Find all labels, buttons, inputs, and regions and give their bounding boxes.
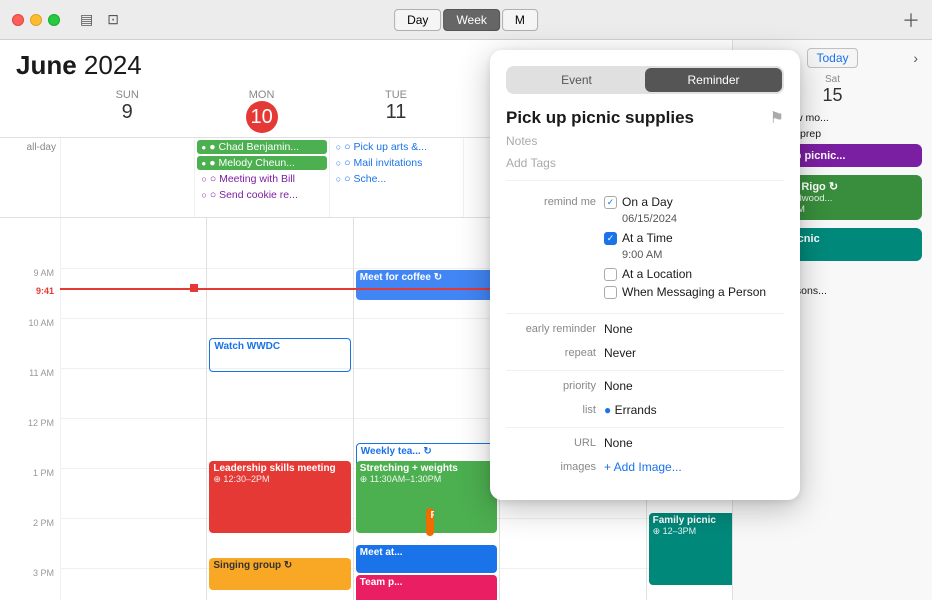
sidebar-toggle-icon[interactable]: ▤ — [80, 11, 93, 28]
time-gutter-header — [0, 85, 60, 137]
titlebar-icons: ▤ ⊡ — [80, 11, 119, 28]
day-header-sun[interactable]: Sun 9 — [60, 85, 194, 137]
on-a-day-row: ✓ On a Day — [604, 195, 784, 209]
images-row: images + Add Image... — [506, 460, 784, 474]
allday-event[interactable]: ○ Meeting with Bill — [197, 172, 326, 186]
allday-event[interactable]: ● Chad Benjamin... — [197, 140, 326, 154]
popup-flag-button[interactable]: ⚑ — [770, 108, 784, 128]
remind-me-label: remind me — [506, 195, 596, 208]
add-image-button[interactable]: + Add Image... — [604, 460, 784, 474]
time-labels: 9 AM 10 AM 11 AM 12 PM 1 PM 2 PM 3 PM 4 … — [0, 218, 60, 600]
images-label: images — [506, 460, 596, 473]
allday-col-mon: ● Chad Benjamin... ● Melody Cheun... ○ M… — [194, 138, 328, 217]
reminder-tab[interactable]: Reminder — [645, 68, 782, 92]
when-messaging-row: When Messaging a Person — [604, 285, 784, 299]
url-value[interactable]: None — [604, 436, 784, 450]
list-value[interactable]: ● Errands — [604, 403, 784, 417]
event-tab[interactable]: Event — [508, 68, 645, 92]
next-month-button[interactable]: › — [909, 50, 922, 66]
traffic-lights — [12, 14, 60, 26]
time-label-11am: 11 AM — [0, 368, 60, 378]
time-label-12pm: 12 PM — [0, 418, 60, 428]
priority-label: priority — [506, 379, 596, 392]
week-view-button[interactable]: Week — [443, 9, 499, 31]
repeat-label: repeat — [506, 346, 596, 359]
allday-event[interactable]: ○ Send cookie re... — [197, 188, 326, 202]
allday-event[interactable]: ● Melody Cheun... — [197, 156, 326, 170]
event-leadership[interactable]: Leadership skills meeting ⊕ 12:30–2PM — [209, 461, 350, 533]
event-meet-for-coffee[interactable]: Meet for coffee ↻ — [356, 270, 497, 300]
priority-value[interactable]: None — [604, 379, 784, 393]
at-a-time-checkbox[interactable]: ✓ — [604, 232, 617, 245]
list-label: list — [506, 403, 596, 416]
month-view-button[interactable]: M — [502, 9, 538, 31]
early-reminder-label: early reminder — [506, 322, 596, 335]
allday-col-sun — [60, 138, 194, 217]
today-button[interactable]: Today — [807, 48, 857, 68]
col-sun[interactable] — [60, 218, 206, 600]
popup-remind-row: remind me ✓ On a Day 06/15/2024 ✓ At a T… — [506, 195, 784, 303]
at-a-location-row: At a Location — [604, 267, 784, 281]
minimize-button[interactable] — [30, 14, 42, 26]
view-switcher: Day Week M — [394, 9, 538, 31]
url-row: URL None — [506, 436, 784, 450]
on-a-day-checkbox[interactable]: ✓ — [604, 196, 617, 209]
event-meet-at[interactable]: Meet at... — [356, 545, 497, 573]
at-a-time-row: ✓ At a Time — [604, 231, 784, 245]
url-label: URL — [506, 436, 596, 449]
allday-event[interactable]: ○ Mail invitations — [332, 156, 461, 170]
at-a-location-checkbox[interactable] — [604, 268, 617, 281]
popup-notes[interactable]: Notes — [506, 134, 784, 148]
at-a-time-value: 9:00 AM — [622, 249, 784, 261]
col-mon: Watch WWDC Leadership skills meeting ⊕ 1… — [206, 218, 352, 600]
time-label-1pm: 1 PM — [0, 468, 60, 478]
close-button[interactable] — [12, 14, 24, 26]
on-a-day-date: 06/15/2024 — [622, 213, 784, 225]
allday-event[interactable]: ○ Pick up arts &... — [332, 140, 461, 154]
early-reminder-row: early reminder None — [506, 322, 784, 336]
maximize-button[interactable] — [48, 14, 60, 26]
allday-col-tue: ○ Pick up arts &... ○ Mail invitations ○… — [329, 138, 463, 217]
titlebar: ▤ ⊡ Day Week M ＋ — [0, 0, 932, 40]
on-a-day-label: On a Day — [622, 195, 673, 209]
day-view-button[interactable]: Day — [394, 9, 441, 31]
event-watch-wwdc[interactable]: Watch WWDC — [209, 338, 350, 372]
repeat-value[interactable]: Never — [604, 346, 784, 360]
when-messaging-label: When Messaging a Person — [622, 285, 766, 299]
day-header-mon[interactable]: Mon 10 — [194, 85, 328, 137]
event-portfolio[interactable]: Portfolio... — [426, 508, 434, 536]
remind-me-content: ✓ On a Day 06/15/2024 ✓ At a Time 9:00 A… — [604, 195, 784, 303]
at-a-location-label: At a Location — [622, 267, 692, 281]
priority-row: priority None — [506, 379, 784, 393]
popup-tags[interactable]: Add Tags — [506, 156, 784, 181]
at-a-time-label: At a Time — [622, 231, 673, 245]
inbox-icon[interactable]: ⊡ — [107, 11, 119, 28]
popup-divider-2 — [506, 370, 784, 371]
reminder-popup: Event Reminder Pick up picnic supplies ⚑… — [490, 50, 800, 500]
when-messaging-checkbox[interactable] — [604, 286, 617, 299]
day-header-tue[interactable]: Tue 11 — [329, 85, 463, 137]
early-reminder-value[interactable]: None — [604, 322, 784, 336]
allday-label: all-day — [0, 138, 60, 217]
time-label-3pm: 3 PM — [0, 568, 60, 578]
event-team-p[interactable]: Team p... — [356, 575, 497, 600]
event-family-picnic[interactable]: Family picnic ⊕ 12–3PM — [649, 513, 732, 585]
popup-title-row: Pick up picnic supplies ⚑ — [506, 108, 784, 128]
list-row: list ● Errands — [506, 403, 784, 417]
popup-title: Pick up picnic supplies — [506, 108, 694, 128]
allday-event[interactable]: ○ Sche... — [332, 172, 461, 186]
time-label-2pm: 2 PM — [0, 518, 60, 528]
col-tue: Meet for coffee ↻ Weekly tea... ↻ Stretc… — [353, 218, 499, 600]
popup-divider-3 — [506, 427, 784, 428]
add-event-button[interactable]: ＋ — [894, 7, 920, 33]
event-singing-group[interactable]: Singing group ↻ — [209, 558, 350, 590]
popup-tabs: Event Reminder — [506, 66, 784, 94]
time-label-10am: 10 AM — [0, 318, 60, 328]
repeat-row: repeat Never — [506, 346, 784, 360]
popup-divider-1 — [506, 313, 784, 314]
time-label-9am: 9 AM — [0, 268, 60, 278]
current-time-label: 9:41 — [0, 286, 60, 296]
